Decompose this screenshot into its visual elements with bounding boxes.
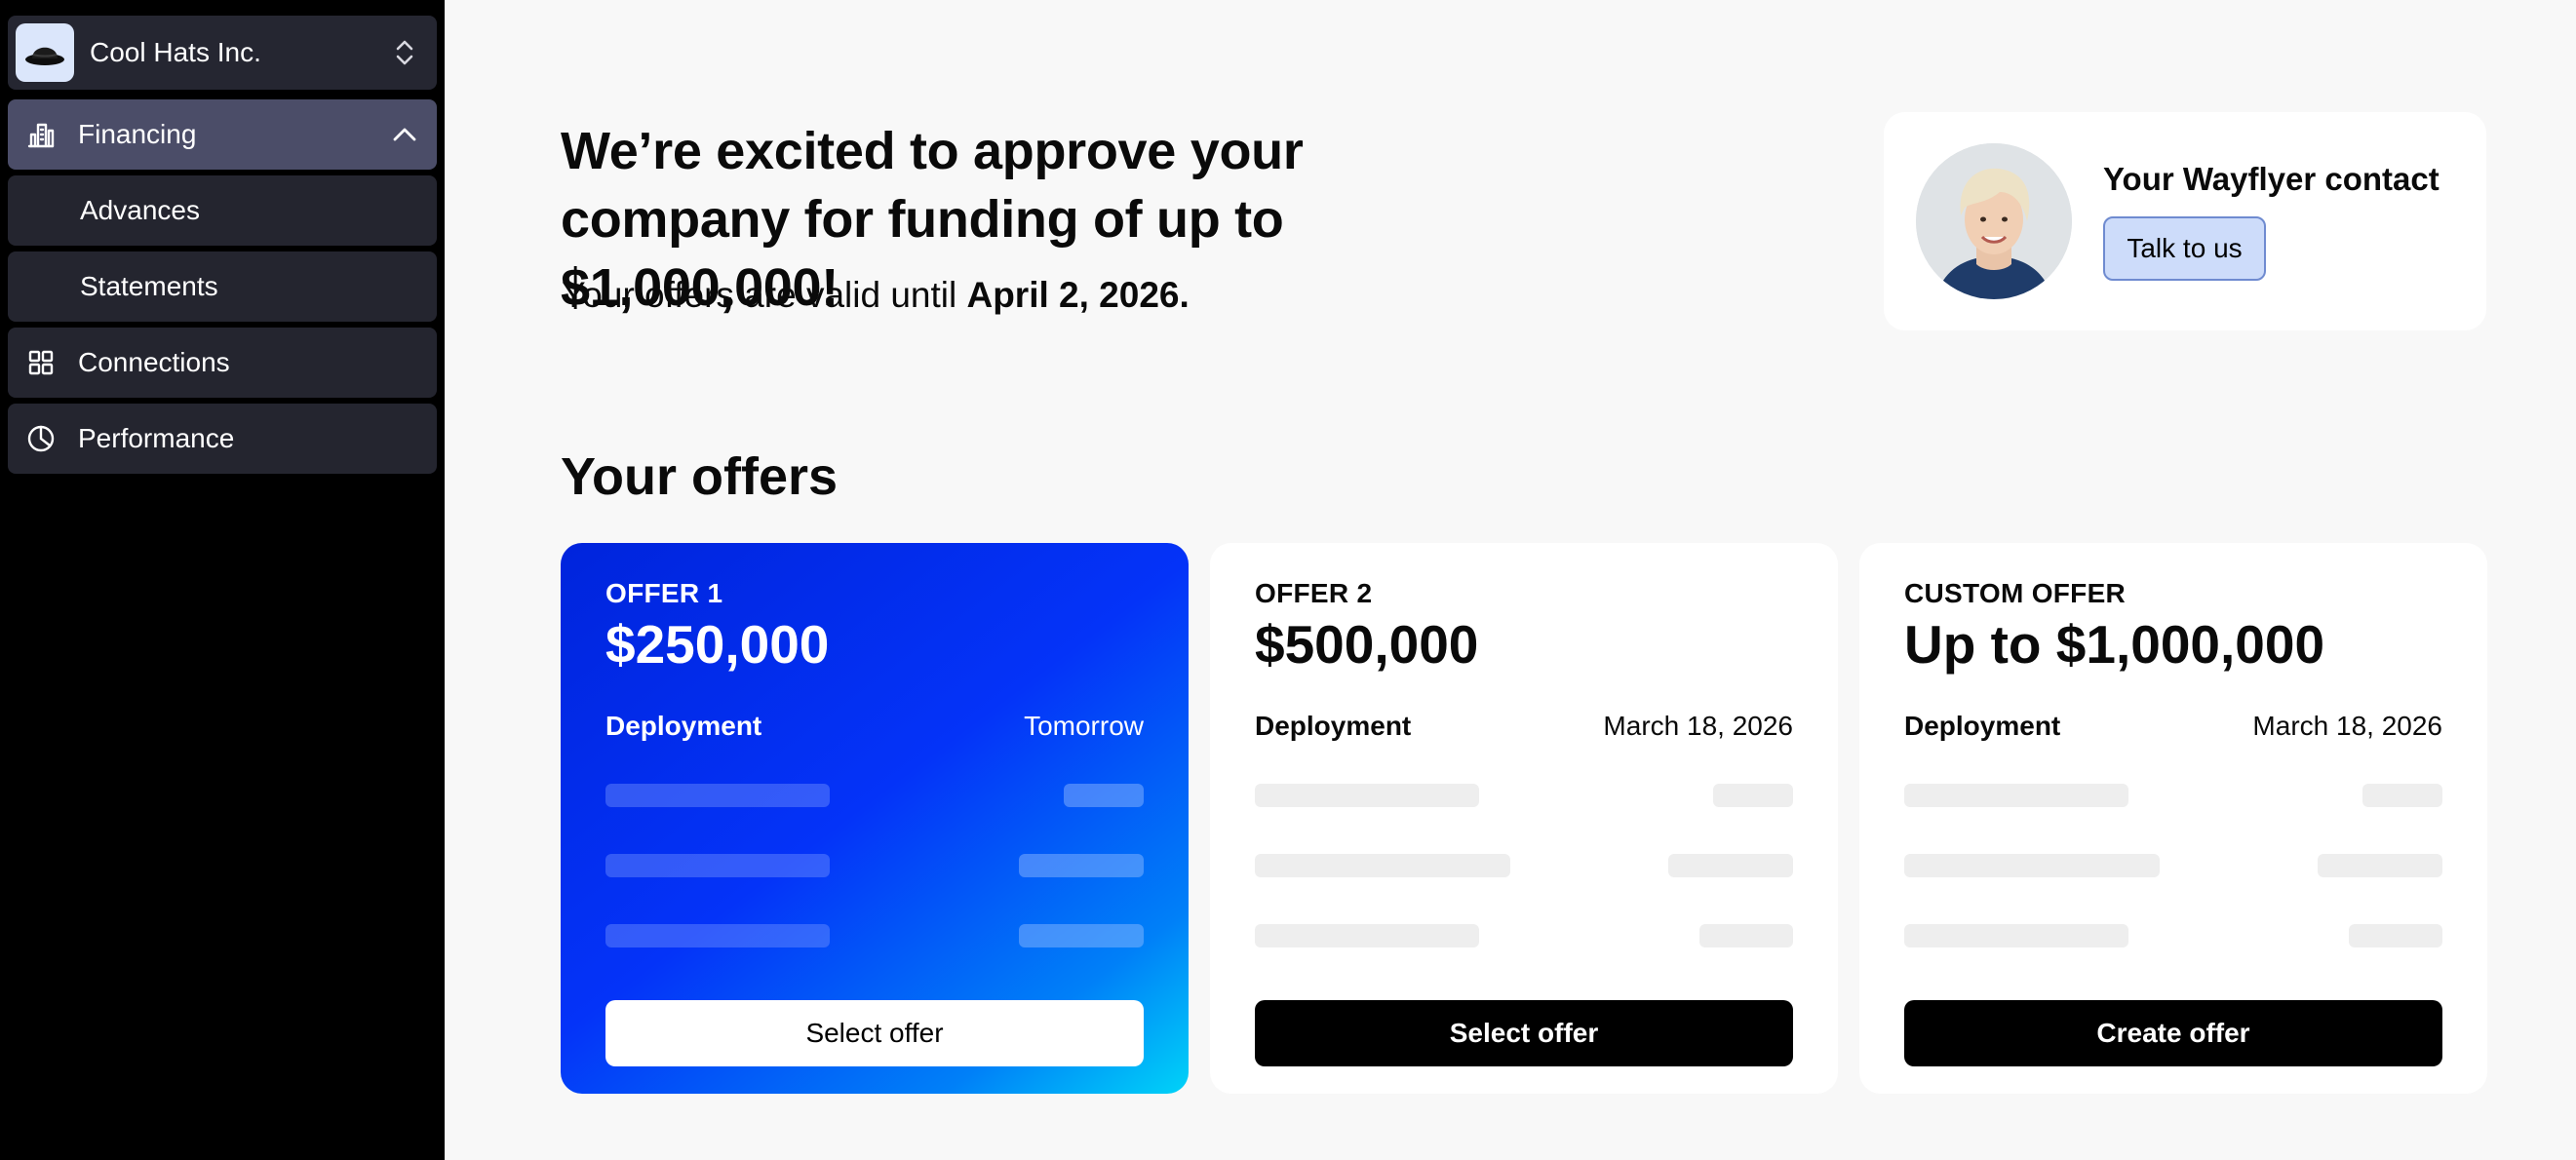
deployment-row: Deployment March 18, 2026 (1904, 711, 2442, 742)
sidebar-item-label: Financing (78, 119, 197, 149)
skeleton-line (1668, 854, 1793, 877)
offer-validity: Your offers are valid until April 2, 202… (562, 275, 1190, 316)
talk-to-us-button[interactable]: Talk to us (2103, 216, 2266, 281)
offer-card-2: OFFER 2 $500,000 Deployment March 18, 20… (1210, 543, 1838, 1094)
sidebar-item-performance[interactable]: Performance (8, 404, 437, 474)
select-offer-1-button[interactable]: Select offer (605, 1000, 1144, 1066)
sidebar-item-advances[interactable]: Advances (8, 175, 437, 246)
sidebar-item-statements[interactable]: Statements (8, 251, 437, 322)
create-offer-button[interactable]: Create offer (1904, 1000, 2442, 1066)
skeleton-line (605, 854, 830, 877)
sidebar-item-label: Statements (80, 271, 218, 301)
skeleton-line (1019, 924, 1144, 947)
select-offer-2-button[interactable]: Select offer (1255, 1000, 1793, 1066)
sidebar-item-label: Performance (78, 423, 235, 453)
skeleton-line (605, 784, 830, 807)
skeleton-line (1019, 854, 1144, 877)
deployment-row: Deployment March 18, 2026 (1255, 711, 1793, 742)
sidebar-item-label: Connections (78, 347, 230, 377)
skeleton-line (1904, 924, 2128, 947)
skeleton-line (1904, 854, 2160, 877)
chevron-up-icon (388, 118, 421, 151)
sidebar: Cool Hats Inc. Financing Advances Statem… (0, 0, 445, 1160)
offer-tag: OFFER 1 (605, 578, 723, 608)
skeleton-line (1255, 784, 1479, 807)
skeleton-line (2318, 854, 2442, 877)
deployment-label: Deployment (1255, 711, 1412, 741)
skeleton-line (1255, 854, 1510, 877)
building-chart-icon (23, 117, 59, 152)
deployment-row: Deployment Tomorrow (605, 711, 1144, 742)
offer-tag: OFFER 2 (1255, 578, 1373, 608)
hat-logo-icon (16, 23, 74, 82)
offer-amount: $250,000 (605, 614, 830, 675)
skeleton-line (1699, 924, 1793, 947)
chevron-up-down-icon (388, 36, 421, 69)
offer-card-1: OFFER 1 $250,000 Deployment Tomorrow Sel… (561, 543, 1189, 1094)
validity-date: April 2, 2026. (966, 275, 1190, 315)
offer-amount: Up to $1,000,000 (1904, 614, 2325, 675)
sidebar-item-financing[interactable]: Financing (8, 99, 437, 170)
offer-amount: $500,000 (1255, 614, 1479, 675)
skeleton-line (1713, 784, 1793, 807)
company-switcher[interactable]: Cool Hats Inc. (8, 16, 437, 90)
skeleton-line (1255, 924, 1479, 947)
deployment-label: Deployment (605, 711, 762, 741)
skeleton-line (1064, 784, 1144, 807)
skeleton-line (2362, 784, 2442, 807)
grid-icon (23, 345, 59, 380)
offer-card-custom: CUSTOM OFFER Up to $1,000,000 Deployment… (1859, 543, 2487, 1094)
company-name: Cool Hats Inc. (90, 37, 261, 67)
skeleton-line (1904, 784, 2128, 807)
offer-tag: CUSTOM OFFER (1904, 578, 2127, 608)
offers-section-title: Your offers (561, 447, 839, 506)
contact-card: Your Wayflyer contact Talk to us (1884, 112, 2486, 330)
pie-chart-icon (23, 421, 59, 456)
sidebar-item-connections[interactable]: Connections (8, 328, 437, 398)
deployment-value: Tomorrow (1024, 711, 1144, 741)
deployment-label: Deployment (1904, 711, 2061, 741)
contact-avatar (1916, 143, 2072, 299)
deployment-value: March 18, 2026 (1603, 711, 1793, 741)
skeleton-line (2349, 924, 2442, 947)
sidebar-item-label: Advances (80, 195, 200, 225)
skeleton-line (605, 924, 830, 947)
contact-title: Your Wayflyer contact (2103, 161, 2439, 197)
deployment-value: March 18, 2026 (2252, 711, 2442, 741)
validity-prefix: Your offers are valid until (562, 275, 967, 315)
